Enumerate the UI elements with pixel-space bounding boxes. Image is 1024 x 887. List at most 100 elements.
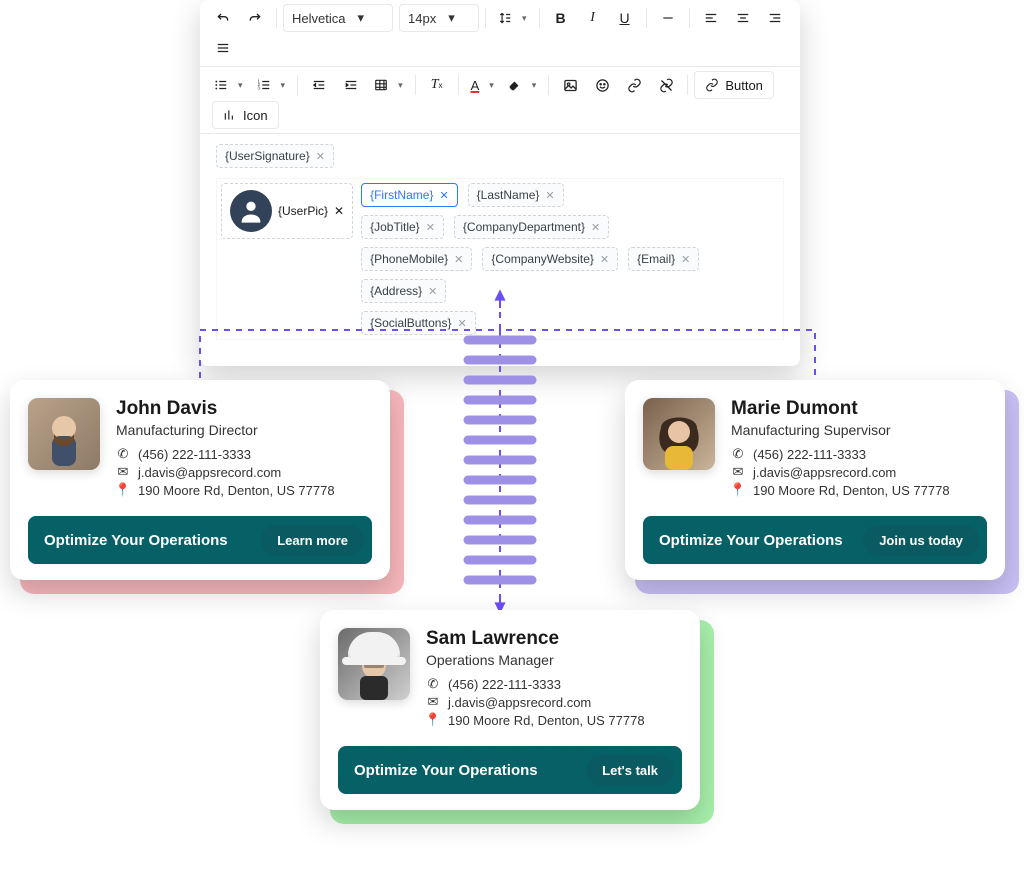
chevron-down-icon: ▾ <box>398 80 403 91</box>
cta-button[interactable]: Join us today <box>863 525 979 556</box>
token-company-website[interactable]: {CompanyWebsite}✕ <box>482 247 618 271</box>
person-title: Operations Manager <box>426 652 645 668</box>
font-size-dropdown[interactable]: 14px ▾ <box>399 4 479 32</box>
indent-icon[interactable] <box>336 71 366 99</box>
avatar <box>28 398 100 470</box>
text-color-button[interactable]: A ▾ <box>465 71 500 99</box>
table-button[interactable]: ▾ <box>368 71 409 99</box>
location-icon: 📍 <box>731 482 745 498</box>
token-phone-mobile[interactable]: {PhoneMobile} ✕ <box>361 247 472 271</box>
person-info: John Davis Manufacturing Director ✆(456)… <box>116 398 335 500</box>
font-family-dropdown[interactable]: Helvetica ▾ <box>283 4 393 32</box>
chevron-down-icon: ▾ <box>238 80 243 91</box>
token-last-name[interactable]: {LastName} ✕ <box>468 183 564 207</box>
email-icon: ✉ <box>731 464 745 480</box>
token-job-title[interactable]: {JobTitle}✕ <box>361 215 444 239</box>
close-icon[interactable]: ✕ <box>545 189 554 202</box>
person-phone: (456) 222-111-3333 <box>448 677 561 692</box>
close-icon[interactable]: ✕ <box>334 204 344 218</box>
person-address: 190 Moore Rd, Denton, US 77778 <box>138 483 335 498</box>
location-icon: 📍 <box>426 712 440 728</box>
person-email: j.davis@appsrecord.com <box>138 465 281 480</box>
underline-icon[interactable]: U <box>610 4 640 32</box>
bold-icon[interactable]: B <box>546 4 576 32</box>
align-right-icon[interactable] <box>760 4 790 32</box>
separator <box>458 75 459 95</box>
avatar <box>643 398 715 470</box>
separator <box>415 75 416 95</box>
close-icon[interactable]: ✕ <box>426 221 435 234</box>
token-user-signature[interactable]: {UserSignature} ✕ <box>216 144 334 168</box>
token-address[interactable]: {Address}✕ <box>361 279 446 303</box>
separator <box>539 8 540 28</box>
token-label: {SocialButtons} <box>370 316 451 330</box>
cta-button[interactable]: Learn more <box>261 525 364 556</box>
italic-icon[interactable]: I <box>578 4 608 32</box>
signature-card: John Davis Manufacturing Director ✆(456)… <box>10 380 390 580</box>
insert-button-button[interactable]: Button <box>694 71 774 99</box>
editor-canvas[interactable]: {UserSignature} ✕ {UserPic} ✕ {FirstName… <box>200 134 800 366</box>
close-icon[interactable]: ✕ <box>454 253 463 266</box>
link-icon[interactable] <box>619 71 649 99</box>
close-icon[interactable]: ✕ <box>591 221 600 234</box>
close-icon[interactable]: ✕ <box>428 285 437 298</box>
ordered-list-button[interactable]: 123 ▾ <box>251 71 292 99</box>
chevron-down-icon: ▾ <box>532 80 537 91</box>
close-icon[interactable]: ✕ <box>600 253 609 266</box>
token-email[interactable]: {Email}✕ <box>628 247 699 271</box>
token-label: {PhoneMobile} <box>370 252 448 266</box>
toolbar-row-1: Helvetica ▾ 14px ▾ ▾ B I U <box>200 0 800 67</box>
location-icon: 📍 <box>116 482 130 498</box>
token-company-department[interactable]: {CompanyDepartment}✕ <box>454 215 609 239</box>
svg-text:3: 3 <box>257 86 260 91</box>
signature-card: Marie Dumont Manufacturing Supervisor ✆(… <box>625 380 1005 580</box>
align-justify-icon[interactable] <box>208 34 238 62</box>
cta-text: Optimize Your Operations <box>659 532 843 549</box>
token-first-name[interactable]: {FirstName} ✕ <box>361 183 458 207</box>
unlink-icon[interactable] <box>651 71 681 99</box>
person-phone: (456) 222-111-3333 <box>753 447 866 462</box>
token-social-buttons[interactable]: {SocialButtons} ✕ <box>361 311 476 335</box>
chevron-down-icon: ▾ <box>281 80 286 91</box>
phone-icon: ✆ <box>731 446 745 462</box>
cta-banner: Optimize Your Operations Let's talk <box>338 746 682 794</box>
token-label: {UserPic} <box>278 204 328 218</box>
cta-text: Optimize Your Operations <box>354 762 538 779</box>
insert-icon-button[interactable]: Icon <box>212 101 279 129</box>
emoji-icon[interactable] <box>587 71 617 99</box>
clear-format-icon[interactable]: Tx <box>422 71 452 99</box>
cta-button[interactable]: Let's talk <box>586 755 674 786</box>
avatar-placeholder-icon <box>230 190 272 232</box>
close-icon[interactable]: ✕ <box>439 189 448 202</box>
separator <box>297 75 298 95</box>
horizontal-rule-icon[interactable] <box>653 4 683 32</box>
outdent-icon[interactable] <box>304 71 334 99</box>
token-label: {UserSignature} <box>225 149 310 163</box>
cta-text: Optimize Your Operations <box>44 532 228 549</box>
separator <box>689 8 690 28</box>
toolbar-row-2: ▾ 123 ▾ ▾ Tx A ▾ ▾ <box>200 67 800 134</box>
image-icon[interactable] <box>555 71 585 99</box>
line-height-button[interactable]: ▾ <box>492 4 533 32</box>
person-name: Sam Lawrence <box>426 628 645 650</box>
align-center-icon[interactable] <box>728 4 758 32</box>
chevron-down-icon: ▾ <box>489 80 494 91</box>
token-user-pic[interactable]: {UserPic} ✕ <box>221 183 353 239</box>
avatar <box>338 628 410 700</box>
font-family-value: Helvetica <box>292 11 345 26</box>
close-icon[interactable]: ✕ <box>681 253 690 266</box>
cta-banner: Optimize Your Operations Learn more <box>28 516 372 564</box>
person-address: 190 Moore Rd, Denton, US 77778 <box>753 483 950 498</box>
redo-icon[interactable] <box>240 4 270 32</box>
signature-card-marie: Marie Dumont Manufacturing Supervisor ✆(… <box>625 380 1005 580</box>
highlight-color-button[interactable]: ▾ <box>502 71 543 99</box>
undo-icon[interactable] <box>208 4 238 32</box>
person-info: Marie Dumont Manufacturing Supervisor ✆(… <box>731 398 950 500</box>
signature-template-editor: Helvetica ▾ 14px ▾ ▾ B I U <box>200 0 800 366</box>
unordered-list-button[interactable]: ▾ <box>208 71 249 99</box>
separator <box>485 8 486 28</box>
close-icon[interactable]: ✕ <box>458 317 467 330</box>
close-icon[interactable]: ✕ <box>316 150 325 163</box>
align-left-icon[interactable] <box>696 4 726 32</box>
chevron-down-icon: ▾ <box>357 10 364 26</box>
